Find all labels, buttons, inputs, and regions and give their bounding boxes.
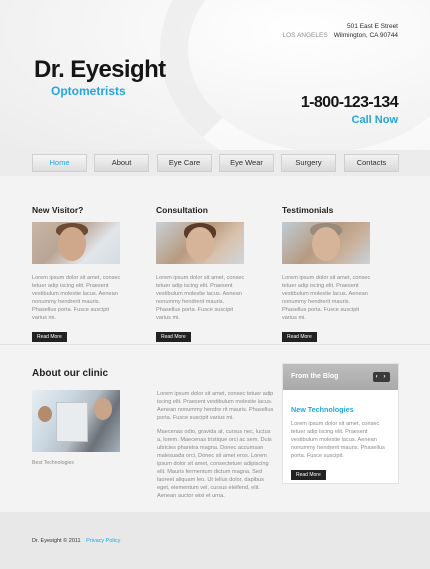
address-block: 501 East E Street LOS ANGELES Wilmington,… <box>283 22 398 40</box>
feature-text: Lorem ipsum dolor sit amet, consec tetue… <box>282 275 371 321</box>
nav-contacts[interactable]: Contacts <box>344 154 399 172</box>
nav-eye-wear[interactable]: Eye Wear <box>219 154 274 172</box>
nav-eye-care[interactable]: Eye Care <box>157 154 212 172</box>
feature-consultation: Consultation Lorem ipsum dolor sit amet,… <box>156 205 246 343</box>
privacy-policy-link[interactable]: Privacy Policy <box>86 538 120 544</box>
blog-post-title[interactable]: New Technologies <box>291 405 390 414</box>
blog-widget: From the Blog ‹ › New Technologies Lorem… <box>282 363 399 484</box>
photo-caption: Best Technologies <box>32 460 75 466</box>
logo-subtitle: Optometrists <box>51 84 126 98</box>
blog-header-label: From the Blog <box>291 373 339 380</box>
section-divider <box>0 344 430 345</box>
logo-title[interactable]: Dr. Eyesight <box>34 56 166 84</box>
woman-photo <box>156 222 244 264</box>
about-title: About our clinic <box>32 368 109 379</box>
about-text: Lorem ipsum dolor sit amet, consec tetue… <box>157 390 275 506</box>
doctor-shape <box>94 398 112 420</box>
face-shape <box>312 227 340 261</box>
nav-home[interactable]: Home <box>32 154 87 172</box>
feature-title: Consultation <box>156 205 208 215</box>
main-nav: Home About Eye Care Eye Wear Surgery Con… <box>0 150 430 176</box>
face-shape <box>186 227 214 261</box>
feature-testimonials: Testimonials Lorem ipsum dolor sit amet,… <box>282 205 372 343</box>
blog-body: New Technologies Lorem ipsum dolor sit a… <box>283 390 398 481</box>
city-state-zip: Wilmington, CA 90744 <box>333 32 398 39</box>
blog-post-text: Lorem ipsum dolor sit amet, consec tetue… <box>291 421 385 459</box>
copyright: Dr. Eyesight © 2011 <box>32 538 81 544</box>
eye-exam-machine-shape <box>56 402 88 442</box>
call-now-link[interactable]: Call Now <box>352 114 398 126</box>
feature-text: Lorem ipsum dolor sit amet, consec tetue… <box>156 275 245 321</box>
clinic-photo <box>32 390 120 452</box>
feature-title: Testimonials <box>282 205 334 215</box>
feature-new-visitor: New Visitor? Lorem ipsum dolor sit amet,… <box>32 205 122 343</box>
read-more-button[interactable]: Read More <box>282 332 317 342</box>
blog-nav-arrows-icon[interactable]: ‹ › <box>373 372 390 382</box>
nav-surgery[interactable]: Surgery <box>281 154 336 172</box>
feature-title: New Visitor? <box>32 205 84 215</box>
phone-number: 1-800-123-134 <box>300 94 399 111</box>
footer-text: Dr. Eyesight © 2011 Privacy Policy <box>32 538 120 544</box>
older-man-photo <box>282 222 370 264</box>
feature-text: Lorem ipsum dolor sit amet, consec tetue… <box>32 275 121 321</box>
patient-shape <box>38 406 52 422</box>
face-shape <box>58 227 86 261</box>
blog-header: From the Blog ‹ › <box>283 364 398 390</box>
read-more-button[interactable]: Read More <box>32 332 67 342</box>
street: 501 East E Street <box>347 23 398 30</box>
city: LOS ANGELES <box>282 32 328 39</box>
read-more-button[interactable]: Read More <box>156 332 191 342</box>
nav-about[interactable]: About <box>94 154 149 172</box>
man-photo <box>32 222 120 264</box>
about-section: About our clinic Best Technologies Lorem… <box>32 368 273 499</box>
about-paragraph-2: Maecenas odio, gravida at, cursus nec, l… <box>157 429 272 499</box>
blog-read-more-button[interactable]: Read More <box>291 470 326 480</box>
about-paragraph-1: Lorem ipsum dolor sit amet, consec tetue… <box>157 391 274 421</box>
